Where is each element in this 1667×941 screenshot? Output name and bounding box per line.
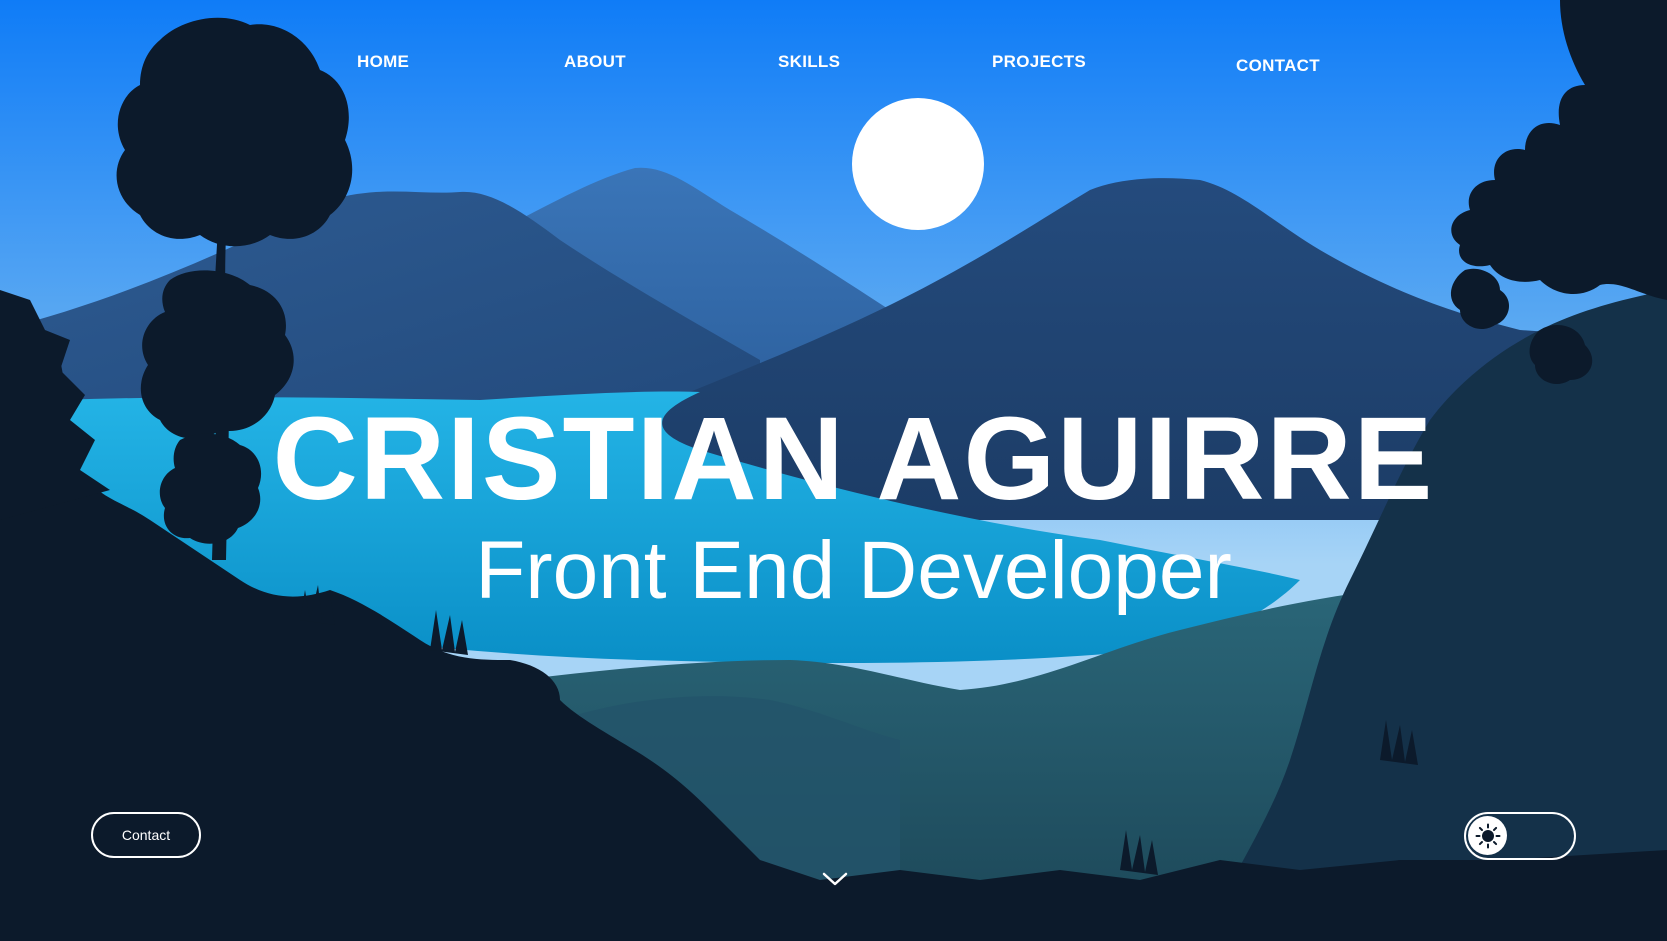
sun-icon bbox=[1475, 823, 1500, 848]
landing-page: HOME ABOUT SKILLS PROJECTS CONTACT CRIST… bbox=[0, 0, 1667, 941]
hero-name: CRISTIAN AGUIRRE bbox=[272, 393, 1435, 525]
nav-contact[interactable]: CONTACT bbox=[1236, 56, 1320, 76]
theme-toggle[interactable] bbox=[1464, 812, 1576, 860]
main-nav: HOME ABOUT SKILLS PROJECTS CONTACT bbox=[0, 0, 1667, 120]
nav-projects[interactable]: PROJECTS bbox=[992, 52, 1086, 72]
scroll-down-button[interactable] bbox=[820, 868, 850, 890]
chevron-down-icon bbox=[822, 872, 848, 886]
contact-button[interactable]: Contact bbox=[91, 812, 201, 858]
nav-skills[interactable]: SKILLS bbox=[778, 52, 840, 72]
hero-role: Front End Developer bbox=[475, 525, 1232, 616]
nav-home[interactable]: HOME bbox=[357, 52, 409, 72]
toggle-knob bbox=[1468, 816, 1507, 855]
nav-about[interactable]: ABOUT bbox=[564, 52, 626, 72]
